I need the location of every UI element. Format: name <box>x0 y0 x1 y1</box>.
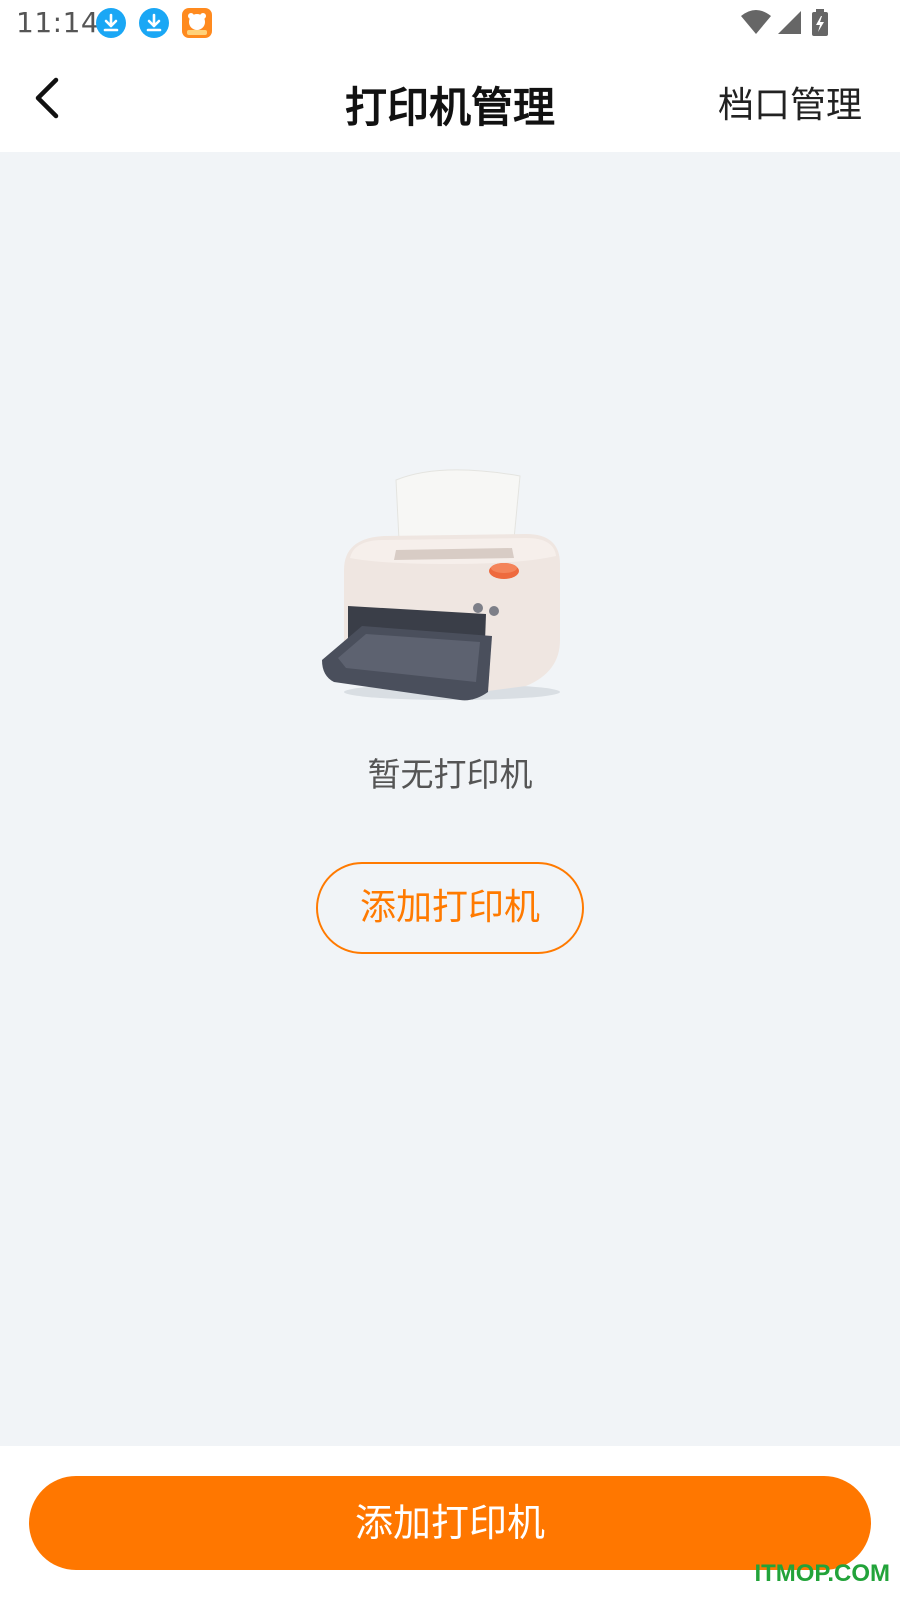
main-content: 暂无打印机 添加打印机 <box>0 152 900 1446</box>
battery-charging-icon <box>810 8 830 38</box>
empty-state-message: 暂无打印机 <box>367 755 533 794</box>
cell-signal-icon <box>775 8 803 38</box>
download-icon <box>139 8 169 38</box>
download-icon <box>96 8 126 38</box>
status-time: 11:14 <box>16 6 100 39</box>
stall-management-link[interactable]: 档口管理 <box>718 76 862 128</box>
app-header: 打印机管理 档口管理 <box>0 48 900 152</box>
add-printer-outline-button[interactable]: 添加打印机 <box>316 862 584 954</box>
add-printer-button[interactable]: 添加打印机 <box>29 1476 871 1570</box>
printer-icon <box>320 460 580 720</box>
status-bar: 11:14 <box>0 0 900 48</box>
wifi-icon <box>740 8 772 38</box>
app-notification-icon <box>182 8 212 38</box>
watermark: ITMOP.COM <box>754 1560 890 1587</box>
